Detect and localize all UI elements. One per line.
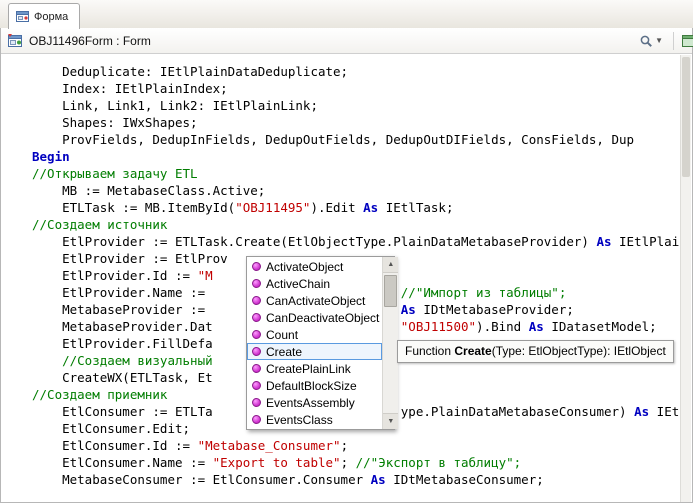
code-line: //Открываем задачу ETL bbox=[2, 165, 681, 182]
autocomplete-item-label: EventsClass bbox=[266, 413, 333, 427]
toolbar-separator bbox=[673, 32, 674, 50]
chevron-down-icon: ▼ bbox=[655, 37, 663, 45]
method-icon bbox=[252, 262, 261, 271]
code-line: Begin bbox=[2, 148, 681, 165]
toolbar-edge-icon[interactable] bbox=[681, 34, 693, 49]
object-icon bbox=[7, 33, 23, 48]
method-icon bbox=[252, 415, 261, 424]
code-line: Index: IEtlPlainIndex; bbox=[2, 80, 681, 97]
method-icon bbox=[252, 381, 261, 390]
code-line: MetabaseConsumer := EtlConsumer.Consumer… bbox=[2, 471, 681, 488]
autocomplete-item[interactable]: DefaultBlockSize bbox=[247, 377, 382, 394]
autocomplete-item[interactable]: ActivateObject bbox=[247, 258, 382, 275]
autocomplete-item-label: Count bbox=[266, 328, 298, 342]
tab-label: Форма bbox=[34, 11, 68, 23]
autocomplete-item-label: Create bbox=[266, 345, 302, 359]
autocomplete-scrollbar[interactable]: ▲ ▼ bbox=[382, 257, 398, 429]
tab-forma[interactable]: Форма bbox=[8, 3, 80, 29]
autocomplete-item-label: DefaultBlockSize bbox=[266, 379, 357, 393]
editor-scrollbar-thumb[interactable] bbox=[682, 57, 690, 177]
autocomplete-list: ActivateObject ActiveChain CanActivateObje… bbox=[247, 257, 382, 429]
autocomplete-item[interactable]: CanDeactivateObject bbox=[247, 309, 382, 326]
code-line: MB := MetabaseClass.Active; bbox=[2, 182, 681, 199]
method-icon bbox=[252, 398, 261, 407]
method-icon bbox=[252, 296, 261, 305]
code-line: EtlProvider := ETLTask.Create(EtlObjectT… bbox=[2, 233, 681, 250]
signature-tooltip: Function Create(Type: EtlObjectType): IE… bbox=[397, 340, 674, 363]
autocomplete-item[interactable]: CreatePlainLink bbox=[247, 360, 382, 377]
autocomplete-item-label: CreatePlainLink bbox=[266, 362, 351, 376]
form-tab-icon bbox=[16, 10, 29, 23]
autocomplete-item-label: CanActivateObject bbox=[266, 294, 365, 308]
scroll-down-button[interactable]: ▼ bbox=[383, 413, 398, 429]
autocomplete-item[interactable]: Create bbox=[247, 343, 382, 360]
autocomplete-item[interactable]: CanActivateObject bbox=[247, 292, 382, 309]
autocomplete-item-label: ActiveChain bbox=[266, 277, 330, 291]
code-line: //Создаем источник bbox=[2, 216, 681, 233]
autocomplete-popup: ActivateObject ActiveChain CanActivateObje… bbox=[246, 256, 395, 430]
autocomplete-item[interactable]: Count bbox=[247, 326, 382, 343]
method-icon bbox=[252, 313, 261, 322]
editor-toolbar: OBJ11496Form : Form ▼ bbox=[1, 28, 692, 54]
scroll-up-button[interactable]: ▲ bbox=[383, 257, 398, 273]
search-button[interactable]: ▼ bbox=[636, 32, 666, 50]
autocomplete-item[interactable]: EventsClass bbox=[247, 411, 382, 428]
autocomplete-item-label: EventsAssembly bbox=[266, 396, 355, 410]
tab-bar: Форма bbox=[0, 0, 693, 29]
autocomplete-item-label: CanDeactivateObject bbox=[266, 311, 379, 325]
tooltip-signature: (Type: EtlObjectType): IEtlObject bbox=[492, 344, 666, 358]
method-icon bbox=[252, 279, 261, 288]
method-icon bbox=[252, 364, 261, 373]
autocomplete-item-label: ActivateObject bbox=[266, 260, 343, 274]
code-line: EtlConsumer.Name := "Export to table"; /… bbox=[2, 454, 681, 471]
search-icon bbox=[639, 34, 653, 48]
autocomplete-item[interactable]: EventsAssembly bbox=[247, 394, 382, 411]
tooltip-method-name: Create bbox=[454, 344, 491, 358]
object-title: OBJ11496Form : Form bbox=[29, 34, 151, 48]
code-line: Deduplicate: IEtlPlainDataDeduplicate; bbox=[2, 63, 681, 80]
autocomplete-item[interactable]: ActiveChain bbox=[247, 275, 382, 292]
scroll-thumb[interactable] bbox=[384, 275, 397, 307]
code-line: Link, Link1, Link2: IEtlPlainLink; bbox=[2, 97, 681, 114]
code-line: Shapes: IWxShapes; bbox=[2, 114, 681, 131]
method-icon bbox=[252, 347, 261, 356]
code-line: EtlConsumer.Id := "Metabase_Consumer"; bbox=[2, 437, 681, 454]
method-icon bbox=[252, 330, 261, 339]
editor-scrollbar[interactable] bbox=[680, 55, 691, 502]
code-line: ETLTask := MB.ItemById("OBJ11495").Edit … bbox=[2, 199, 681, 216]
tooltip-prefix: Function bbox=[405, 344, 454, 358]
code-line: ProvFields, DedupInFields, DedupOutField… bbox=[2, 131, 681, 148]
